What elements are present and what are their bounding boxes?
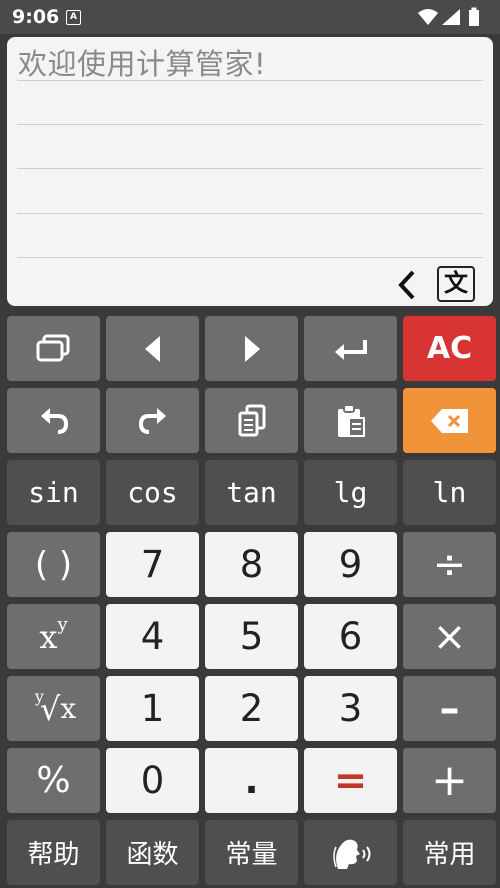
cursor-left-button[interactable] (106, 316, 199, 381)
signal-icon (442, 9, 460, 25)
display-line (17, 257, 483, 258)
digit-2-button[interactable]: 2 (205, 676, 298, 741)
digit-9-button[interactable]: 9 (304, 532, 397, 597)
help-button[interactable]: 帮助 (7, 820, 100, 885)
status-time: 9:06 (12, 6, 60, 28)
parentheses-button[interactable]: ( ) (7, 532, 100, 597)
all-clear-button[interactable]: AC (403, 316, 496, 381)
digit-5-button[interactable]: 5 (205, 604, 298, 669)
constants-button[interactable]: 常量 (205, 820, 298, 885)
undo-button[interactable] (7, 388, 100, 453)
battery-icon (469, 7, 479, 26)
notification-icon: A (66, 10, 81, 25)
digit-4-button[interactable]: 4 (106, 604, 199, 669)
divide-button[interactable]: ÷ (403, 532, 496, 597)
digit-8-button[interactable]: 8 (205, 532, 298, 597)
digit-3-button[interactable]: 3 (304, 676, 397, 741)
triangle-right-icon (244, 335, 260, 362)
cursor-right-button[interactable] (205, 316, 298, 381)
copy-icon (238, 404, 265, 436)
chevron-left-icon[interactable] (395, 267, 419, 303)
copy-button[interactable] (205, 388, 298, 453)
common-button[interactable]: 常用 (403, 820, 496, 885)
decimal-point-button[interactable]: . (205, 748, 298, 813)
return-icon (334, 339, 367, 360)
equals-button[interactable]: = (304, 748, 397, 813)
functions-button[interactable]: 函数 (106, 820, 199, 885)
display-line (17, 213, 483, 214)
lg-button[interactable]: lg (304, 460, 397, 525)
display-line (17, 124, 483, 125)
enter-button[interactable] (304, 316, 397, 381)
voice-icon (332, 839, 370, 869)
window-button[interactable] (7, 316, 100, 381)
root-button[interactable]: y √ x (7, 676, 100, 741)
multiply-button[interactable]: × (403, 604, 496, 669)
backspace-icon (430, 408, 468, 433)
percent-button[interactable]: % (7, 748, 100, 813)
cos-button[interactable]: cos (106, 460, 199, 525)
welcome-message: 欢迎使用计算管家! (18, 47, 267, 81)
status-icons (418, 7, 479, 26)
power-exponent: y (57, 614, 68, 635)
power-base: x (39, 617, 58, 656)
sin-button[interactable]: sin (7, 460, 100, 525)
display-panel: 欢迎使用计算管家! 文 (7, 37, 493, 306)
root-radicand: x (60, 692, 77, 725)
digit-0-button[interactable]: 0 (106, 748, 199, 813)
plus-button[interactable]: + (403, 748, 496, 813)
undo-icon (40, 407, 68, 434)
backspace-button[interactable] (403, 388, 496, 453)
tan-button[interactable]: tan (205, 460, 298, 525)
digit-1-button[interactable]: 1 (106, 676, 199, 741)
digit-7-button[interactable]: 7 (106, 532, 199, 597)
display-line (17, 168, 483, 169)
voice-button[interactable] (304, 820, 397, 885)
redo-icon (138, 407, 166, 434)
digit-6-button[interactable]: 6 (304, 604, 397, 669)
paste-icon (337, 403, 365, 437)
status-bar: 9:06 A (0, 0, 500, 34)
ln-button[interactable]: ln (403, 460, 496, 525)
triangle-left-icon (144, 335, 160, 362)
window-icon (36, 334, 69, 361)
display-line (17, 80, 483, 81)
paste-button[interactable] (304, 388, 397, 453)
power-button[interactable]: x y (7, 604, 100, 669)
root-index: y (34, 687, 44, 706)
minus-button[interactable]: – (403, 676, 496, 741)
text-mode-button[interactable]: 文 (437, 266, 475, 302)
wifi-icon (418, 9, 438, 25)
redo-button[interactable] (106, 388, 199, 453)
